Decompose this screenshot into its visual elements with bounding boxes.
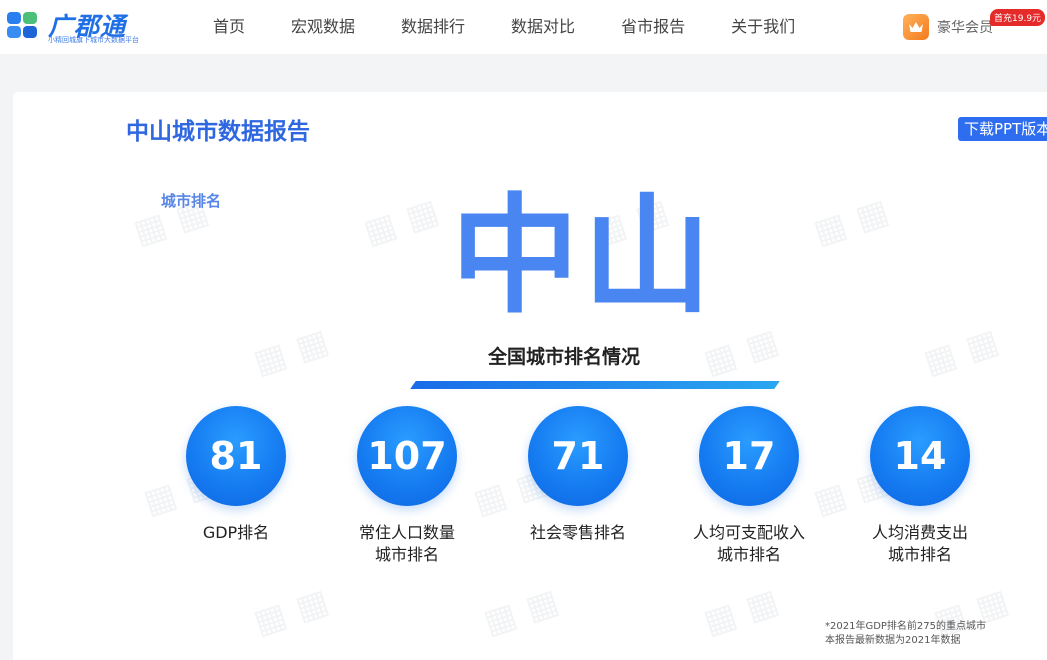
nav-province-city-report[interactable]: 省市报告 — [598, 0, 708, 54]
report-title: 中山城市数据报告 — [126, 119, 310, 145]
logo-subtitle: 小精回城旗下城市大数据平台 — [48, 36, 139, 44]
vip-promo-badge[interactable]: 首充19.9元 — [990, 9, 1046, 26]
rank-value: 71 — [528, 406, 628, 506]
subtitle-underline — [410, 381, 780, 389]
footnote-line: 本报告最新数据为2021年数据 — [825, 635, 961, 646]
rank-label: GDP排名 — [156, 522, 316, 544]
logo[interactable]: 广郡通 小精回城旗下城市大数据平台 — [6, 8, 156, 48]
watermark: ▦ ▦ — [918, 321, 1004, 383]
rank-gdp: 81 GDP排名 — [156, 406, 316, 544]
nav-data-compare[interactable]: 数据对比 — [488, 0, 598, 54]
nav-about-us[interactable]: 关于我们 — [708, 0, 818, 54]
ranking-subtitle: 全国城市排名情况 — [488, 346, 641, 368]
watermark: ▦ ▦ — [698, 581, 784, 643]
rank-consumption: 14 人均消费支出 城市排名 — [840, 406, 1000, 566]
rank-label-line: 城市排名 — [716, 545, 781, 564]
rank-label-line: 社会零售排名 — [529, 523, 626, 542]
watermark: ▦ ▦ — [248, 581, 334, 643]
rank-retail: 71 社会零售排名 — [498, 406, 658, 544]
rank-label-line: 城市排名 — [887, 545, 952, 564]
watermark: ▦ ▦ — [358, 191, 444, 253]
rank-population: 107 常住人口数量 城市排名 — [327, 406, 487, 566]
section-label: 城市排名 — [161, 192, 222, 210]
rank-label: 人均消费支出 城市排名 — [840, 522, 1000, 566]
rank-label: 常住人口数量 城市排名 — [327, 522, 487, 566]
logo-icon — [7, 12, 37, 38]
rank-label-line: GDP排名 — [202, 523, 270, 542]
nav-home[interactable]: 首页 — [190, 0, 268, 54]
rank-label-line: 人均可支配收入 — [692, 523, 805, 542]
watermark: ▦ ▦ — [808, 191, 894, 253]
vip-label: 豪华会员 — [937, 20, 993, 36]
rank-label-line: 人均消费支出 — [871, 523, 968, 542]
rank-value: 14 — [870, 406, 970, 506]
rank-disposable-income: 17 人均可支配收入 城市排名 — [669, 406, 829, 566]
watermark: ▦ ▦ — [248, 321, 334, 383]
rank-value: 107 — [357, 406, 457, 506]
report-card: ▦ ▦ ▦ ▦ ▦ ▦ ▦ ▦ ▦ ▦ ▦ ▦ ▦ ▦ ▦ ▦ ▦ ▦ ▦ ▦ … — [13, 92, 1047, 660]
rank-label-line: 常住人口数量 — [358, 523, 455, 542]
footnote-line: *2021年GDP排名前275的重点城市 — [825, 621, 987, 632]
main-nav: 首页 宏观数据 数据排行 数据对比 省市报告 关于我们 — [190, 0, 818, 54]
rank-value: 17 — [699, 406, 799, 506]
top-header: 广郡通 小精回城旗下城市大数据平台 首页 宏观数据 数据排行 数据对比 省市报告… — [0, 0, 1047, 54]
rank-label: 社会零售排名 — [498, 522, 658, 544]
download-ppt-button[interactable]: 下载PPT版本 — [958, 117, 1047, 141]
rank-list: 81 GDP排名 107 常住人口数量 城市排名 71 社会零售排名 17 人均… — [13, 406, 1047, 586]
watermark: ▦ ▦ — [478, 581, 564, 643]
nav-macro-data[interactable]: 宏观数据 — [268, 0, 378, 54]
nav-data-ranking[interactable]: 数据排行 — [378, 0, 488, 54]
footnote: *2021年GDP排名前275的重点城市 本报告最新数据为2021年数据 — [825, 620, 986, 648]
rank-label-line: 城市排名 — [374, 545, 439, 564]
rank-value: 81 — [186, 406, 286, 506]
vip-membership[interactable]: 豪华会员 — [903, 13, 993, 41]
crown-icon — [903, 14, 929, 40]
rank-label: 人均可支配收入 城市排名 — [669, 522, 829, 566]
city-name: 中山 — [451, 182, 716, 331]
